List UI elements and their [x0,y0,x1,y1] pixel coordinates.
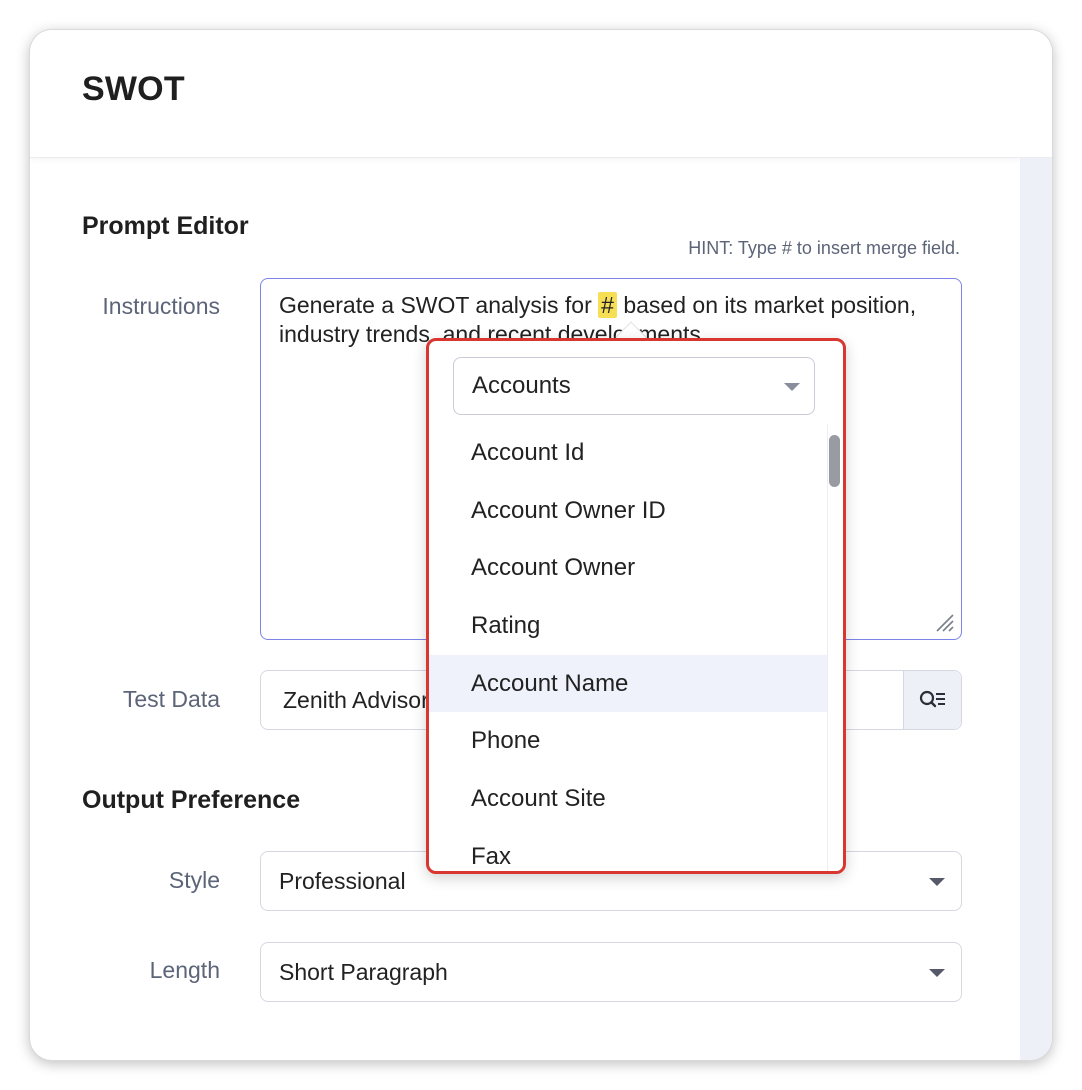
merge-field-item[interactable]: Account Site [429,770,827,828]
caret-down-icon [784,383,800,391]
merge-field-label: Phone [471,727,541,755]
field-list-scrollbar[interactable] [827,424,843,871]
merge-field-item[interactable]: Account Owner [429,539,827,597]
merge-field-item[interactable]: Fax [429,828,827,871]
caret-down-icon [929,878,945,886]
merge-field-label: Account Owner [471,554,636,582]
merge-field-label: Fax [471,842,512,870]
merge-field-item[interactable]: Account Owner ID [429,482,827,540]
merge-field-label: Account Name [471,669,629,697]
instructions-text-before: Generate a SWOT analysis for [279,292,599,318]
resize-grip-icon[interactable] [933,611,955,633]
dialog-scroll-track[interactable] [1020,158,1052,1060]
dialog-title: SWOT [82,70,185,108]
merge-field-label: Account Owner ID [471,496,666,524]
merge-field-label: Account Site [471,785,606,813]
length-label: Length [149,957,220,983]
merge-field-hint: HINT: Type # to insert merge field. [688,238,960,258]
dialog-header: SWOT [30,30,1052,158]
merge-field-item[interactable]: Rating [429,597,827,655]
merge-field-item[interactable]: Phone [429,712,827,770]
length-value: Short Paragraph [279,959,448,985]
merge-field-item-active[interactable]: Account Name [429,654,827,713]
lookup-button[interactable] [903,671,961,729]
field-list-scroll-thumb[interactable] [829,435,840,487]
merge-field-label: Account Id [471,439,585,466]
prompt-editor-title: Prompt Editor [82,212,249,240]
merge-field-popup: Accounts Account Id Account Owner ID Acc… [426,338,846,874]
swot-dialog: SWOT Prompt Editor HINT: Type # to inser… [30,30,1052,1060]
test-data-value: Zenith Advisors [283,687,441,713]
test-data-label: Test Data [122,686,220,712]
merge-field-list: Account Id Account Owner ID Account Owne… [429,424,827,871]
merge-field-item[interactable]: Account Id [429,424,827,482]
module-value: Accounts [472,372,571,399]
merge-field-marker: # [598,292,617,318]
style-value: Professional [279,868,406,894]
style-label: Style [168,867,220,893]
instructions-label: Instructions [102,293,220,319]
output-preference-title: Output Preference [82,786,301,814]
module-select[interactable]: Accounts [453,357,815,415]
merge-field-label: Rating [471,612,541,640]
search-list-icon [919,690,945,708]
caret-down-icon [929,969,945,977]
length-select[interactable]: Short Paragraph [260,942,962,1002]
